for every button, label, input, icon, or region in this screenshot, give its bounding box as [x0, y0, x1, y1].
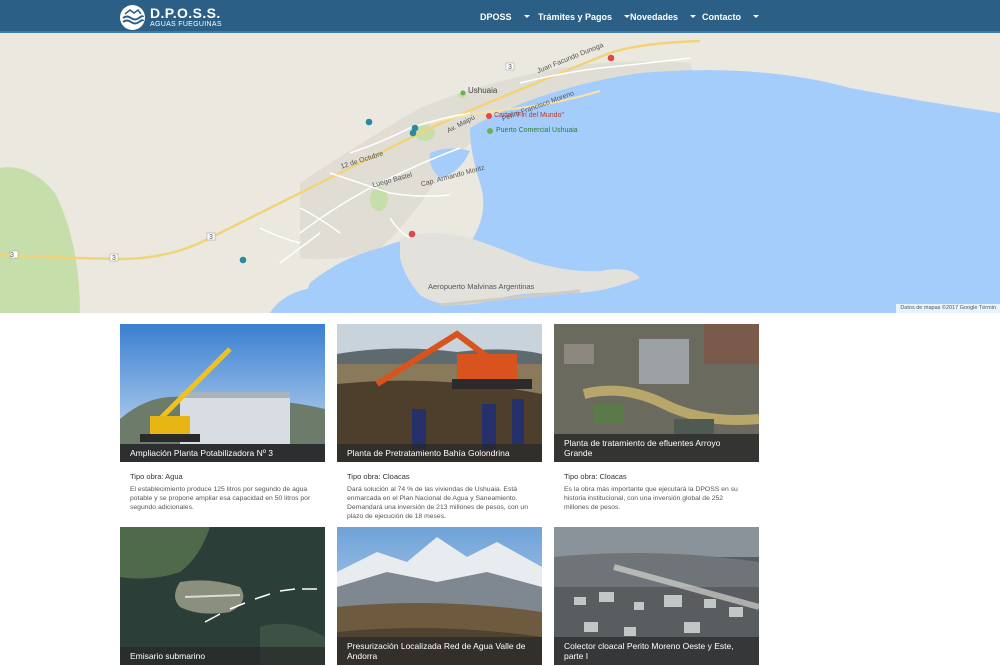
- nav-label: Trámites y Pagos: [538, 11, 613, 22]
- nav-item-tramites[interactable]: Trámites y Pagos: [538, 0, 631, 33]
- work-card[interactable]: Planta de Pretratamiento Bahía Golondrin…: [337, 324, 542, 522]
- caret-down-icon: [753, 15, 759, 18]
- caret-down-icon: [690, 15, 697, 18]
- work-card-description: Dará solución al 74 % de las viviendas d…: [347, 486, 528, 520]
- crane-photo: [120, 324, 325, 462]
- work-card-image[interactable]: Presurización Localizada Red de Agua Val…: [337, 527, 542, 665]
- work-card-title: Presurización Localizada Red de Agua Val…: [337, 636, 542, 665]
- work-card-image[interactable]: Ampliación Planta Potabilizadora Nº 3: [120, 324, 325, 462]
- work-card-description: Es la obra más importante que ejecutará …: [564, 486, 738, 511]
- work-card-title: Emisario submarino: [120, 647, 325, 665]
- logo-icon: [120, 4, 145, 30]
- road-shield-label: 3: [10, 252, 14, 259]
- nav-item-novedades[interactable]: Novedades: [630, 0, 697, 33]
- work-card-image[interactable]: Colector cloacal Perito Moreno Oeste y E…: [554, 527, 759, 665]
- work-card-description: El establecimiento produce 125 litros po…: [130, 486, 311, 511]
- work-card[interactable]: Ampliación Planta Potabilizadora Nº 3 Ti…: [120, 324, 325, 513]
- work-card[interactable]: Colector cloacal Perito Moreno Oeste y E…: [554, 527, 759, 665]
- work-card-title: Ampliación Planta Potabilizadora Nº 3: [120, 444, 325, 462]
- nav-label: Novedades: [630, 11, 679, 22]
- work-card-image[interactable]: Emisario submarino: [120, 527, 325, 665]
- map-label-poi: Puerto Comercial Ushuaia: [496, 127, 578, 134]
- brand-subtitle: AGUAS FUEGUINAS: [150, 21, 222, 28]
- nav-item-dposs[interactable]: DPOSS: [480, 0, 530, 33]
- site-header: D.P.O.S.S. AGUAS FUEGUINAS DPOSS Trámite…: [0, 0, 1000, 33]
- work-card[interactable]: Planta de tratamiento de efluentes Arroy…: [554, 324, 759, 513]
- work-card-title: Colector cloacal Perito Moreno Oeste y E…: [554, 636, 759, 665]
- road-shield-label: 3: [209, 234, 213, 241]
- nav-label: DPOSS: [480, 11, 512, 22]
- map-label-city: Ushuaia: [468, 86, 498, 95]
- work-card-type: Tipo obra: Cloacas: [564, 472, 627, 481]
- works-map[interactable]: 3 3 3 3 Ushuaia Cartel "Fin del Mundo" P…: [0, 33, 1000, 313]
- map-label-airport: Aeropuerto Malvinas Argentinas: [428, 282, 535, 291]
- map-canvas[interactable]: [0, 33, 1000, 313]
- work-card-type: Tipo obra: Agua: [130, 472, 183, 481]
- work-card-image[interactable]: Planta de Pretratamiento Bahía Golondrin…: [337, 324, 542, 462]
- work-card[interactable]: Presurización Localizada Red de Agua Val…: [337, 527, 542, 665]
- site-logo[interactable]: D.P.O.S.S. AGUAS FUEGUINAS: [120, 4, 222, 30]
- work-card-title: Planta de tratamiento de efluentes Arroy…: [554, 433, 759, 462]
- excavator-photo: [337, 324, 542, 462]
- road-shield-label: 3: [112, 255, 116, 262]
- work-card-image[interactable]: Planta de tratamiento de efluentes Arroy…: [554, 324, 759, 462]
- caret-down-icon: [523, 15, 530, 18]
- work-card-title: Planta de Pretratamiento Bahía Golondrin…: [337, 444, 542, 462]
- road-shield-label: 3: [508, 64, 512, 71]
- nav-item-contacto[interactable]: Contacto: [702, 0, 759, 33]
- work-card[interactable]: Emisario submarino: [120, 527, 325, 665]
- satellite-emisario-photo: [120, 527, 325, 665]
- brand-title: D.P.O.S.S.: [150, 5, 221, 21]
- work-card-type: Tipo obra: Cloacas: [347, 472, 410, 481]
- nav-label: Contacto: [702, 11, 741, 22]
- map-attribution[interactable]: Datos de mapas ©2017 Google Términ: [896, 304, 1000, 313]
